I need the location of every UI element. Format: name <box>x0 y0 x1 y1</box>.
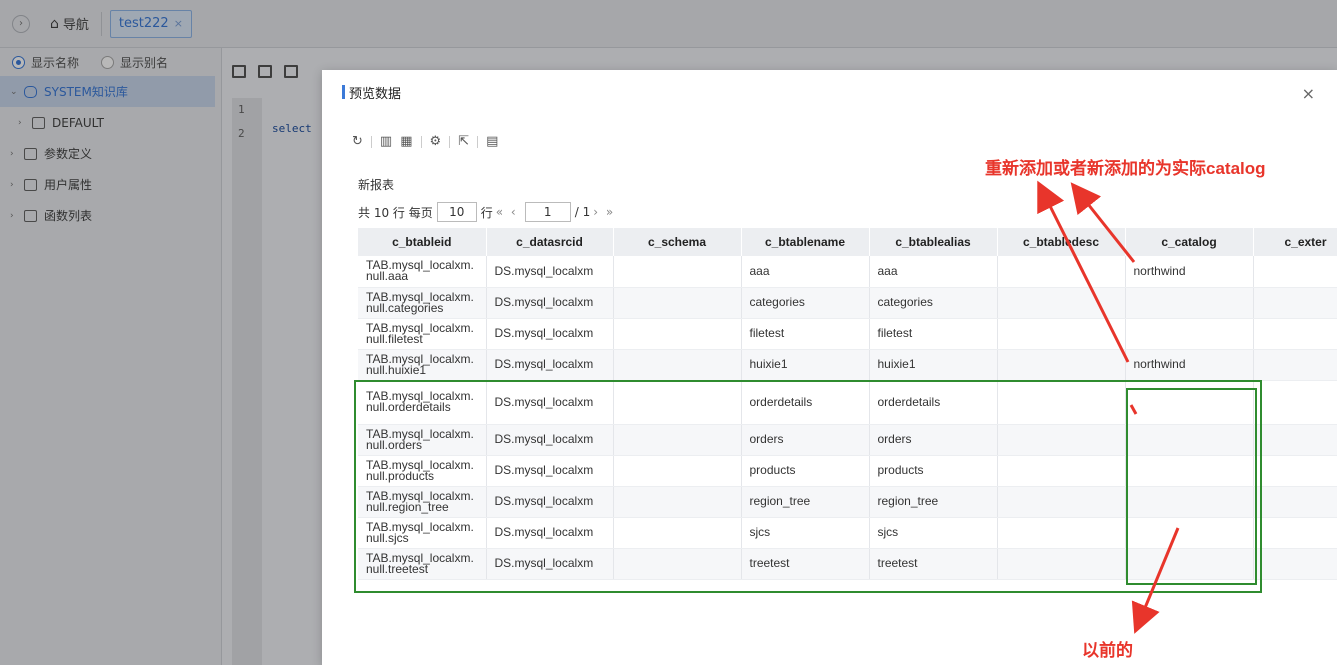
table-cell <box>1253 486 1337 518</box>
table-cell <box>1253 318 1337 350</box>
dialog-header: 预览数据 × <box>322 70 1337 114</box>
table-row[interactable]: TAB.mysql_localxm.null.aaa DS.mysql_local… <box>358 256 1337 288</box>
table-cell: DS.mysql_localxm <box>486 256 614 288</box>
settings-icon[interactable]: ⚙ <box>430 134 442 149</box>
table-cell <box>613 349 742 381</box>
table-cell <box>1253 256 1337 288</box>
table-cell: filetest <box>869 318 998 350</box>
table-cell <box>613 287 742 319</box>
table-cell <box>997 256 1126 288</box>
per-page-input[interactable]: 10 <box>436 202 477 222</box>
column-header[interactable]: c_catalog <box>1125 228 1254 256</box>
table-cell <box>997 318 1126 350</box>
table-header: c_btableid c_datasrcid c_schema c_btable… <box>358 228 1337 256</box>
report-icon[interactable]: ▤ <box>486 134 498 149</box>
report-name: 新报表 <box>358 178 395 192</box>
column-header[interactable]: c_btabledesc <box>997 228 1126 256</box>
table-cell: DS.mysql_localxm <box>486 349 614 381</box>
table-cell <box>1253 287 1337 319</box>
refresh-icon[interactable]: ↻ <box>352 134 363 149</box>
table-cell <box>1125 287 1254 319</box>
close-icon[interactable]: × <box>1302 84 1315 103</box>
table-cell: TAB.mysql_localxm.null.categories <box>358 287 487 319</box>
table-cell: TAB.mysql_localxm.null.aaa <box>358 256 487 288</box>
table-cell: aaa <box>869 256 998 288</box>
table-cell: huixie1 <box>869 349 998 381</box>
table-cell: huixie1 <box>741 349 870 381</box>
table-cell: DS.mysql_localxm <box>486 287 614 319</box>
column-header[interactable]: c_exter <box>1253 228 1337 256</box>
annotation-bottom-note: 以前的 <box>1082 641 1133 660</box>
table-cell: northwind <box>1125 349 1254 381</box>
table-cell <box>1253 548 1337 580</box>
table-cell <box>1125 318 1254 350</box>
table-cell: DS.mysql_localxm <box>486 318 614 350</box>
column-header[interactable]: c_btablename <box>741 228 870 256</box>
row-total: 共 10 行 <box>358 205 405 220</box>
table-cell: TAB.mysql_localxm.null.filetest <box>358 318 487 350</box>
table-cell <box>613 256 742 288</box>
per-page-label: 每页 <box>408 205 433 220</box>
table-cell <box>613 318 742 350</box>
chart-icon[interactable]: ▥ <box>380 134 392 149</box>
page-input[interactable]: 1 <box>524 202 571 222</box>
annotation-top-note: 重新添加或者新添加的为实际catalog <box>985 159 1266 178</box>
column-header[interactable]: c_datasrcid <box>486 228 614 256</box>
table-row[interactable]: TAB.mysql_localxm.null.filetest DS.mysql_… <box>358 318 1337 350</box>
title-accent <box>342 85 345 99</box>
table-cell: aaa <box>741 256 870 288</box>
table-cell <box>1253 517 1337 549</box>
pagination: 共 10 行 每页 10 行 « ‹ 1 / 1 › » <box>358 202 618 222</box>
dialog-toolbar: ↻ ▥ ▦ ⚙ ⇱ ▤ <box>352 134 506 149</box>
table-cell: northwind <box>1125 256 1254 288</box>
first-prev-button[interactable]: « ‹ <box>496 205 518 219</box>
table-cell: categories <box>741 287 870 319</box>
column-header[interactable]: c_btableid <box>358 228 487 256</box>
table-cell: TAB.mysql_localxm.null.huixie1 <box>358 349 487 381</box>
table-row[interactable]: TAB.mysql_localxm.null.categories DS.mysq… <box>358 287 1337 319</box>
table-cell <box>1253 455 1337 487</box>
dialog-title: 预览数据 <box>349 86 402 102</box>
table-cell <box>997 349 1126 381</box>
table-cell: categories <box>869 287 998 319</box>
column-header[interactable]: c_schema <box>613 228 742 256</box>
table-cell <box>1253 380 1337 425</box>
page-count: / 1 <box>574 205 591 219</box>
table-row[interactable]: TAB.mysql_localxm.null.huixie1 DS.mysql_l… <box>358 349 1337 381</box>
table-cell <box>997 287 1126 319</box>
export-icon[interactable]: ⇱ <box>458 134 469 149</box>
row-unit: 行 <box>480 205 493 220</box>
table-cell: filetest <box>741 318 870 350</box>
table-cell <box>1253 424 1337 456</box>
next-last-button[interactable]: › » <box>593 205 615 219</box>
grid-icon[interactable]: ▦ <box>400 134 412 149</box>
table-cell <box>1253 349 1337 381</box>
column-header[interactable]: c_btablealias <box>869 228 998 256</box>
annotation-box-catalog <box>1126 388 1257 585</box>
